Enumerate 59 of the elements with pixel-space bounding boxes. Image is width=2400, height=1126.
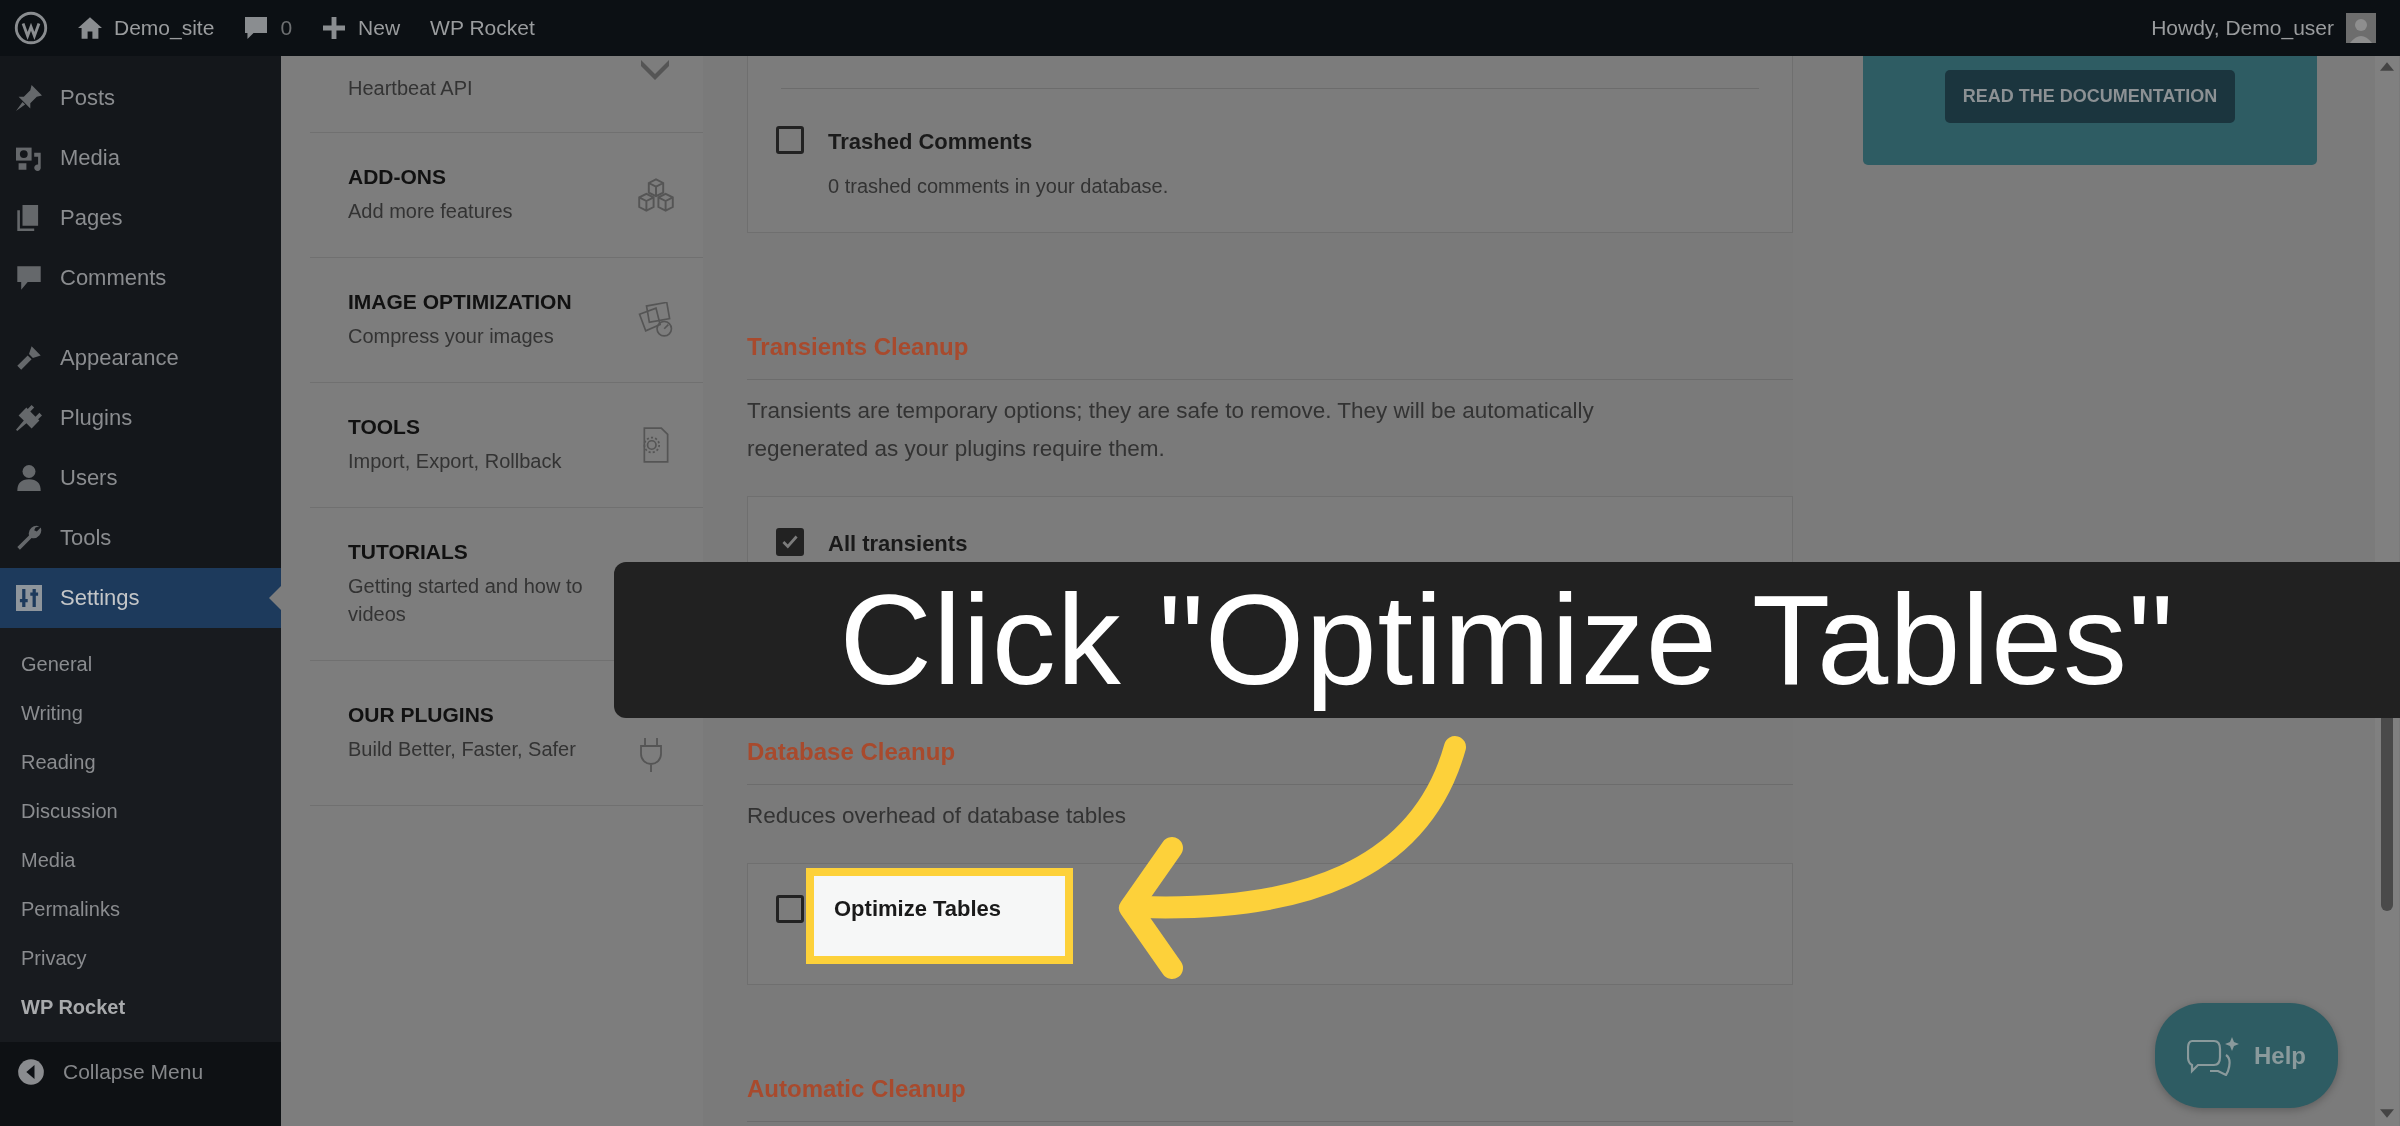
tutorial-caption: Click "Optimize Tables" (839, 567, 2175, 714)
documentation-button[interactable]: READ THE DOCUMENTATION (1945, 70, 2235, 123)
menu-item[interactable]: Appearance (0, 328, 281, 388)
images-icon (638, 302, 674, 338)
submenu-item[interactable]: Discussion (0, 787, 281, 836)
menu-item[interactable]: Users (0, 448, 281, 508)
settings-nav-item[interactable]: IMAGE OPTIMIZATION Compress your images (310, 258, 703, 383)
site-link[interactable]: Demo_site (114, 16, 215, 40)
settings-nav-item[interactable]: Heartbeat API (310, 56, 703, 133)
chat-icon (2187, 1035, 2240, 1076)
checkbox[interactable] (776, 126, 804, 154)
submenu-item[interactable]: Privacy (0, 934, 281, 983)
new-link[interactable]: New (358, 16, 401, 40)
media-icon (16, 145, 42, 171)
menu-item[interactable]: Settings (0, 568, 281, 628)
collapse-icon (17, 1058, 45, 1086)
section-heading: Database Cleanup (747, 738, 1793, 785)
menu-item[interactable]: Pages (0, 188, 281, 248)
home-icon[interactable] (78, 17, 102, 39)
chevron-icon (641, 60, 669, 80)
settings-nav-item[interactable]: ADD-ONS Add more features (310, 133, 703, 258)
plug-icon (640, 737, 662, 773)
option-label: All transients (828, 531, 968, 557)
comment-count[interactable]: 0 (280, 16, 293, 40)
menu-item[interactable]: Tools (0, 508, 281, 568)
comment-icon[interactable] (244, 17, 269, 39)
checkbox[interactable] (776, 528, 804, 556)
menu-item[interactable]: Comments (0, 248, 281, 308)
section-description: Transients are temporary options; they are safe to remove. They will be automatically regenerated as your plugins require them. (747, 397, 1595, 463)
menu-item[interactable]: Media (0, 128, 281, 188)
menu-item[interactable]: Plugins (0, 388, 281, 448)
submenu-item[interactable]: Media (0, 836, 281, 885)
submenu-item[interactable]: Reading (0, 738, 281, 787)
option-description: 0 trashed comments in your database. (828, 175, 1169, 198)
submenu-item[interactable]: Writing (0, 689, 281, 738)
user-icon (16, 465, 42, 491)
scroll-down-icon[interactable] (2380, 1109, 2394, 1118)
cubes-icon (638, 177, 674, 213)
comment-icon (16, 265, 42, 291)
settings-icon (16, 585, 42, 611)
greeting-link[interactable]: Howdy, Demo_user (2151, 16, 2334, 40)
option-label: Trashed Comments (828, 129, 1034, 155)
highlighted-option-label[interactable]: Optimize Tables (806, 868, 1074, 964)
plus-icon[interactable] (322, 17, 347, 39)
section-heading: Transients Cleanup (747, 333, 1793, 380)
section-description: Reduces overhead of database tables (747, 802, 1128, 830)
submenu-item[interactable]: General (0, 640, 281, 689)
wrench-icon (16, 525, 42, 551)
menu-item[interactable]: Posts (0, 68, 281, 128)
submenu-item[interactable]: WP Rocket (0, 983, 281, 1032)
pin-icon (16, 85, 42, 111)
settings-nav-item[interactable]: TOOLS Import, Export, Rollback (310, 383, 703, 508)
brush-icon (16, 345, 42, 371)
section-heading: Automatic Cleanup (747, 1075, 1793, 1122)
submenu-item[interactable]: Permalinks (0, 885, 281, 934)
plug-icon (16, 405, 42, 431)
scroll-up-icon[interactable] (2380, 62, 2394, 71)
plugin-link[interactable]: WP Rocket (430, 16, 535, 40)
logo-icon[interactable] (14, 11, 48, 45)
